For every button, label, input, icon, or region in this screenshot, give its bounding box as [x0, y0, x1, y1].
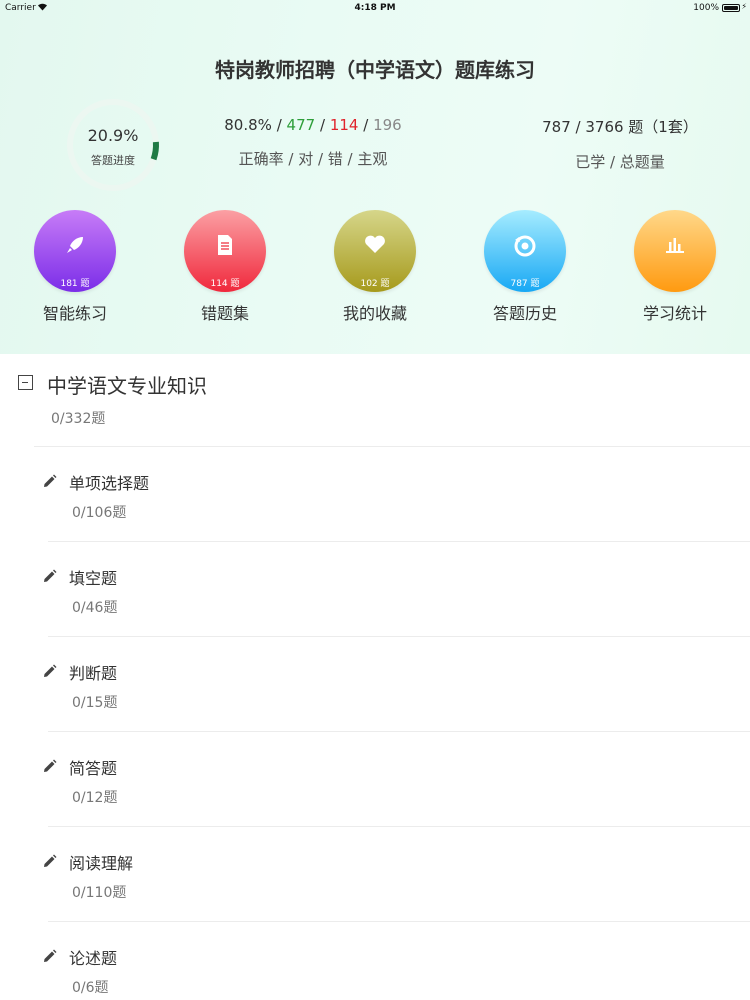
heart-icon — [334, 234, 416, 258]
pencil-icon — [42, 949, 57, 968]
learned-value: 787 / 3766 题（1套） — [542, 118, 698, 136]
feature-label: 错题集 — [200, 304, 249, 323]
feature-label: 智能练习 — [42, 304, 107, 323]
feature-wrong-questions[interactable]: 114 题 错题集 — [165, 210, 285, 324]
answer-progress-ring: 20.9% 答题进度 — [66, 98, 160, 192]
accuracy-label: 正确率 / 对 / 错 / 主观 — [238, 150, 388, 168]
feature-circle[interactable] — [634, 210, 716, 292]
battery-icon — [722, 4, 740, 12]
feature-label: 答题历史 — [492, 304, 557, 323]
item-name: 阅读理解 — [69, 854, 134, 873]
charging-icon: ⚡ — [741, 2, 747, 11]
accuracy-stats: 80.8% / 477 / 114 / 196 正确率 / 对 / 错 / 主观 — [218, 116, 408, 169]
pencil-icon — [42, 474, 57, 493]
accuracy-rate: 80.8% — [224, 116, 272, 134]
divider — [48, 921, 750, 922]
section-count: 0/332题 — [51, 411, 106, 427]
divider — [48, 541, 750, 542]
list-item[interactable]: 论述题 0/6题 — [42, 937, 742, 1000]
feature-smart-practice[interactable]: 181 题 智能练习 — [15, 210, 135, 324]
item-count: 0/12题 — [72, 790, 118, 806]
item-count: 0/110题 — [72, 885, 127, 901]
item-count: 0/106题 — [72, 505, 127, 521]
clock: 4:18 PM — [354, 3, 396, 13]
feature-count: 114 题 — [210, 279, 240, 289]
item-name: 单项选择题 — [69, 474, 150, 493]
divider — [48, 826, 750, 827]
wrong-count: 114 — [329, 116, 359, 134]
item-name: 简答题 — [69, 759, 118, 778]
divider — [48, 636, 750, 637]
feature-history[interactable]: 787 题 答题历史 — [465, 210, 585, 324]
feature-count: 787 题 — [510, 279, 540, 289]
learned-label: 已学 / 总题量 — [575, 153, 665, 171]
item-count: 0/15题 — [72, 695, 118, 711]
correct-count: 477 — [286, 116, 316, 134]
list-item[interactable]: 阅读理解 0/110题 — [42, 842, 742, 937]
feature-circle[interactable]: 181 题 — [34, 210, 116, 292]
pencil-icon — [42, 759, 57, 778]
learned-stats: 787 / 3766 题（1套） 已学 / 总题量 — [520, 116, 720, 172]
item-name: 论述题 — [69, 949, 118, 968]
history-icon — [484, 234, 566, 262]
bar-chart-icon — [634, 234, 716, 258]
feature-statistics[interactable]: 学习统计 — [615, 210, 735, 324]
pencil-icon — [42, 569, 57, 588]
section-title: 中学语文专业知识 — [47, 374, 207, 398]
divider — [48, 731, 750, 732]
feature-circle[interactable]: 102 题 — [334, 210, 416, 292]
feature-circle[interactable]: 787 题 — [484, 210, 566, 292]
status-bar: Carrier 4:18 PM 100% ⚡ — [0, 0, 750, 16]
collapse-icon[interactable] — [18, 375, 33, 390]
pencil-icon — [42, 854, 57, 873]
item-name: 填空题 — [69, 569, 118, 588]
divider — [34, 446, 750, 447]
feature-count: 102 题 — [360, 279, 390, 289]
list-item[interactable]: 单项选择题 0/106题 — [42, 462, 742, 557]
progress-percent: 20.9% — [87, 126, 139, 145]
feature-label: 学习统计 — [642, 304, 707, 323]
item-count: 0/46题 — [72, 600, 118, 616]
subjective-count: 196 — [373, 116, 402, 134]
document-icon — [184, 234, 266, 260]
feature-circle[interactable]: 114 题 — [184, 210, 266, 292]
feature-favorites[interactable]: 102 题 我的收藏 — [315, 210, 435, 324]
rocket-icon — [34, 234, 116, 260]
accuracy-values: 80.8% / 477 / 114 / 196 — [224, 116, 402, 134]
page-title: 特岗教师招聘（中学语文）题库练习 — [215, 58, 535, 82]
battery-percent: 100% — [693, 3, 719, 13]
pencil-icon — [42, 664, 57, 683]
item-name: 判断题 — [69, 664, 118, 683]
list-item[interactable]: 简答题 0/12题 — [42, 747, 742, 842]
feature-count: 181 题 — [60, 279, 90, 289]
progress-label: 答题进度 — [91, 154, 135, 167]
list-item[interactable]: 填空题 0/46题 — [42, 557, 742, 652]
item-count: 0/6题 — [72, 980, 109, 996]
feature-label: 我的收藏 — [342, 304, 407, 323]
list-item[interactable]: 判断题 0/15题 — [42, 652, 742, 747]
progress-ring-graphic — [67, 99, 159, 191]
